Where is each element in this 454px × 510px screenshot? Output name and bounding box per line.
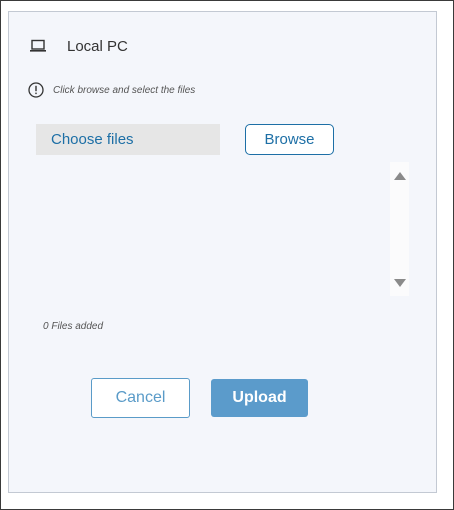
hint-row: Click browse and select the files: [28, 82, 195, 98]
source-label: Local PC: [67, 37, 128, 55]
upload-button[interactable]: Upload: [211, 379, 308, 417]
browse-button[interactable]: Browse: [245, 124, 334, 155]
info-icon: [28, 82, 44, 98]
choose-files-field[interactable]: Choose files: [36, 124, 220, 155]
upload-panel: Local PC Click browse and select the fil…: [8, 11, 437, 493]
dialog-frame: Local PC Click browse and select the fil…: [0, 0, 454, 510]
file-list: [36, 162, 390, 296]
source-row: Local PC: [29, 36, 128, 56]
cancel-button[interactable]: Cancel: [91, 378, 190, 418]
file-list-scrollbar[interactable]: [390, 162, 409, 296]
scroll-down-arrow-icon[interactable]: [394, 279, 406, 287]
files-added-count: 0 Files added: [43, 321, 104, 332]
scroll-up-arrow-icon[interactable]: [394, 172, 406, 180]
hint-text: Click browse and select the files: [53, 84, 196, 96]
laptop-icon: [29, 39, 47, 53]
